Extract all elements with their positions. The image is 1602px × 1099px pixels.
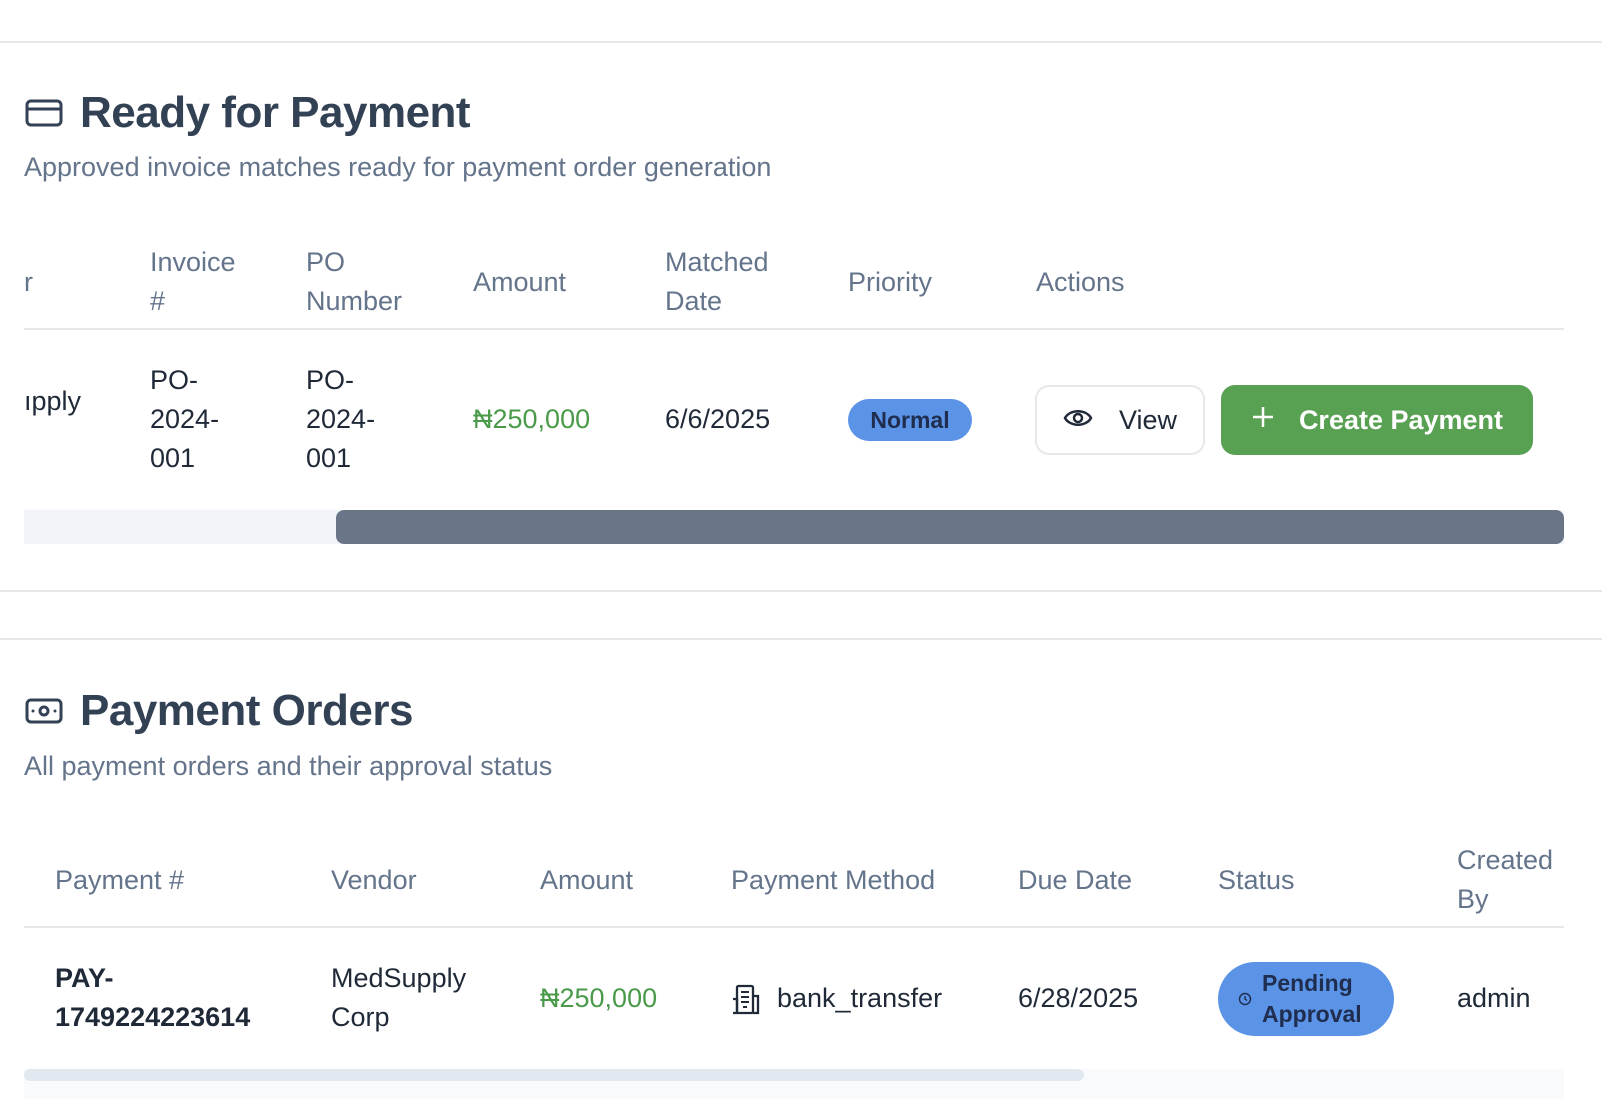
plus-icon — [1251, 405, 1275, 436]
col-header-amount[interactable]: Amount — [473, 263, 566, 302]
col-header-due-date[interactable]: Due Date — [1018, 861, 1132, 900]
col-header-actions: Actions — [1036, 267, 1125, 297]
cell-po-number: PO- 2024- 001 — [306, 365, 376, 473]
top-divider — [0, 41, 1602, 43]
cell-payment-method: bank_transfer — [731, 979, 942, 1018]
cell-matched-date: 6/6/2025 — [665, 404, 771, 434]
col-header-matched-date[interactable]: Matched Date — [665, 243, 769, 321]
ready-card-header: Ready for Payment — [24, 88, 471, 138]
cell-payment-no: PAY- 1749224223614 — [55, 963, 251, 1032]
banknote-icon — [24, 691, 64, 731]
cell-created-by: admin — [1457, 983, 1531, 1013]
header-divider — [24, 328, 1564, 330]
cell-invoice: PO- 2024- 001 — [150, 365, 220, 473]
orders-card-header: Payment Orders — [24, 686, 413, 736]
eye-icon — [1063, 405, 1093, 436]
clock-icon — [1238, 992, 1252, 1006]
ready-card-title: Ready for Payment — [80, 88, 471, 137]
create-payment-label: Create Payment — [1298, 404, 1504, 435]
horizontal-scrollbar-thumb-2[interactable] — [24, 1069, 1084, 1081]
col-header-priority[interactable]: Priority — [848, 263, 932, 302]
col-header-invoice[interactable]: Invoice # — [150, 243, 236, 321]
card-divider-1 — [0, 590, 1602, 592]
status-badge: Pending Approval — [1218, 962, 1394, 1036]
credit-card-icon — [24, 93, 64, 133]
priority-badge: Normal — [848, 399, 972, 441]
ready-card-description: Approved invoice matches ready for payme… — [24, 152, 772, 182]
cell-due-date: 6/28/2025 — [1018, 983, 1139, 1013]
col-header-vendor[interactable]: r — [24, 263, 33, 302]
card-divider-2 — [0, 638, 1602, 640]
create-payment-button[interactable]: Create Payment — [1221, 385, 1533, 455]
cell-amount: ₦250,000 — [540, 983, 658, 1013]
cell-vendor: ıpply — [24, 386, 82, 416]
payment-method-value: bank_transfer — [777, 983, 943, 1013]
col-header-payment-no[interactable]: Payment # — [55, 861, 184, 900]
col-header-po-number[interactable]: PO Number — [306, 243, 402, 321]
cell-vendor: MedSupply Corp — [331, 963, 467, 1032]
col-header-status[interactable]: Status — [1218, 861, 1295, 900]
col-header-vendor[interactable]: Vendor — [331, 861, 417, 900]
col-header-created-by[interactable]: Created By — [1457, 841, 1553, 919]
orders-card-title: Payment Orders — [80, 686, 413, 735]
view-button[interactable]: View — [1035, 385, 1205, 455]
col-header-amount[interactable]: Amount — [540, 861, 633, 900]
orders-card-description: All payment orders and their approval st… — [24, 751, 553, 781]
col-header-payment-method[interactable]: Payment Method — [731, 861, 935, 900]
building-icon — [731, 983, 761, 1015]
header-divider-2 — [24, 926, 1564, 928]
cell-amount: ₦250,000 — [473, 404, 591, 434]
horizontal-scrollbar-thumb[interactable] — [336, 510, 1564, 544]
view-button-label: View — [1118, 404, 1178, 435]
